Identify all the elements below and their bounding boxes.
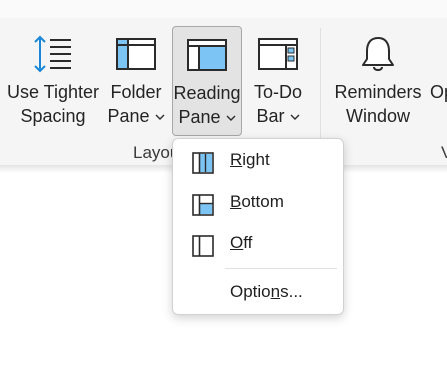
reading-pane-bottom-icon bbox=[192, 194, 214, 216]
ribbon-top-strip bbox=[0, 0, 447, 18]
reminders-window-label: Reminders Window bbox=[332, 80, 424, 128]
label-line-2: Bar bbox=[256, 106, 285, 126]
access-key: n bbox=[270, 282, 281, 301]
todo-bar-icon bbox=[258, 38, 298, 70]
reading-pane-right-icon bbox=[192, 152, 214, 174]
view-group-label-clipped: V bbox=[441, 143, 447, 162]
menu-item-right[interactable]: Right bbox=[173, 143, 343, 181]
open-clip-label: Op bbox=[430, 80, 447, 104]
menu-item-bottom[interactable]: Bottom bbox=[173, 185, 343, 223]
access-key: R bbox=[230, 150, 243, 169]
chevron-down-icon bbox=[155, 114, 165, 121]
bell-icon bbox=[362, 37, 394, 71]
reading-pane-button[interactable]: Reading Pane bbox=[172, 26, 242, 136]
group-separator bbox=[320, 28, 321, 156]
label-after: s... bbox=[280, 282, 303, 301]
label-line-1: Reading bbox=[173, 83, 241, 103]
todo-bar-button[interactable]: To-Do Bar bbox=[246, 26, 310, 136]
label-line-2: Pane bbox=[107, 106, 150, 126]
folder-pane-label: Folder Pane bbox=[104, 80, 168, 128]
reading-pane-menu: Right Bottom Off Options... bbox=[172, 138, 344, 315]
menu-item-right-label: Right bbox=[230, 150, 270, 170]
reading-pane-icon bbox=[187, 39, 227, 71]
reminders-window-button[interactable]: Reminders Window bbox=[332, 26, 424, 136]
label-line-1: Folder bbox=[110, 82, 162, 102]
menu-item-off[interactable]: Off bbox=[173, 226, 343, 264]
label-rest: ff bbox=[243, 233, 253, 252]
label-line-1: Use Tighter bbox=[6, 82, 100, 102]
reading-pane-off-icon bbox=[192, 235, 214, 257]
label-before: Optio bbox=[230, 282, 271, 301]
label-rest: ottom bbox=[241, 192, 284, 211]
menu-divider bbox=[225, 268, 337, 269]
folder-pane-button[interactable]: Folder Pane bbox=[104, 26, 168, 136]
open-in-new-window-button[interactable]: Op bbox=[426, 26, 447, 136]
folder-pane-icon bbox=[116, 38, 156, 70]
use-tighter-spacing-button[interactable]: Use Tighter Spacing bbox=[0, 26, 106, 136]
label-rest: ight bbox=[242, 150, 270, 169]
chevron-down-icon bbox=[290, 114, 299, 121]
chevron-down-icon bbox=[226, 115, 236, 122]
access-key: B bbox=[230, 192, 242, 211]
tighter-spacing-icon bbox=[34, 35, 71, 73]
access-key: O bbox=[230, 233, 244, 252]
label-line-1: Op bbox=[430, 82, 447, 102]
todo-bar-label: To-Do Bar bbox=[246, 80, 310, 128]
use-tighter-spacing-label: Use Tighter Spacing bbox=[0, 80, 106, 128]
menu-item-off-label: Off bbox=[230, 233, 252, 253]
menu-item-options-label: Options... bbox=[230, 282, 303, 302]
label-line-2: Spacing bbox=[20, 106, 86, 126]
label-line-1: To-Do bbox=[253, 82, 302, 102]
label-line-1: Reminders bbox=[334, 82, 422, 102]
menu-item-bottom-label: Bottom bbox=[230, 192, 284, 212]
menu-item-options[interactable]: Options... bbox=[173, 275, 343, 313]
reading-pane-label: Reading Pane bbox=[173, 81, 241, 129]
label-line-2: Window bbox=[345, 106, 411, 126]
label-line-2: Pane bbox=[178, 107, 221, 127]
